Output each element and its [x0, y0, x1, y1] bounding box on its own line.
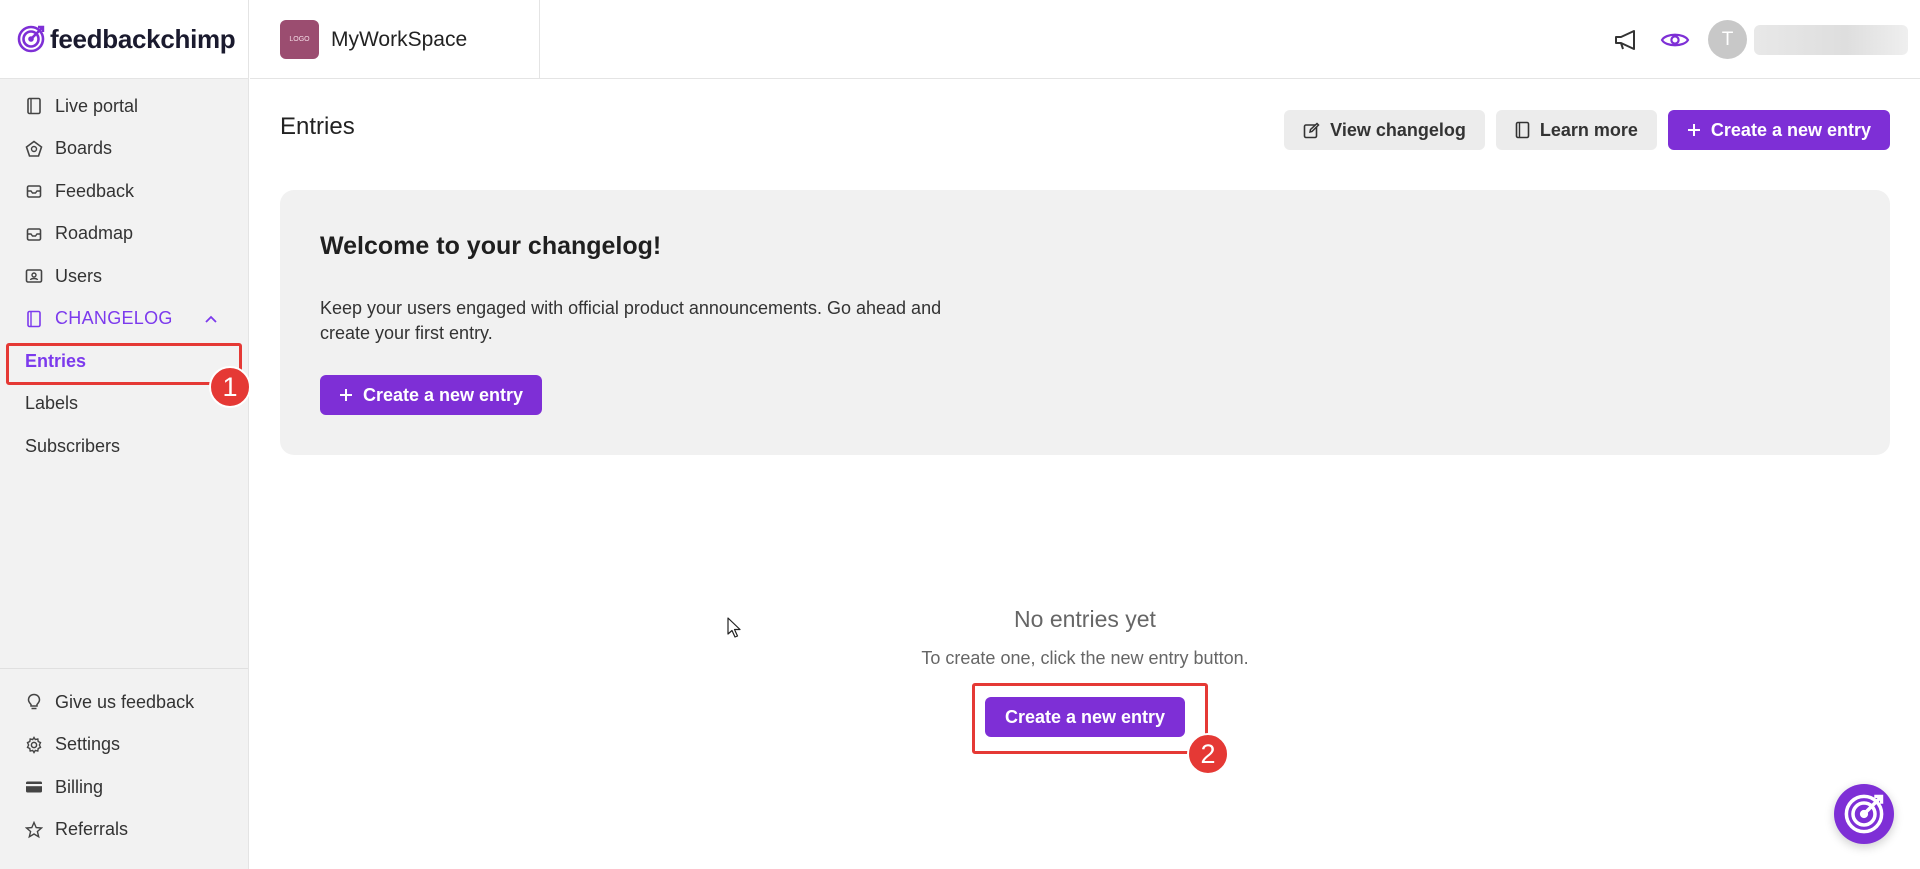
book-icon	[25, 310, 43, 328]
sidebar-item-label: Billing	[55, 776, 104, 797]
top-bar: LOGO MyWorkSpace T	[250, 0, 1920, 79]
sidebar-item-label: Users	[55, 265, 103, 286]
star-icon	[25, 820, 43, 839]
sidebar-nav: Live portal Boards Feedback Roadmap User…	[0, 79, 248, 468]
create-entry-button-header[interactable]: Create a new entry	[1667, 110, 1890, 150]
eye-icon[interactable]	[1660, 25, 1690, 55]
top-bar-actions: T	[1612, 0, 1920, 79]
sidebar-item-label: Settings	[55, 734, 121, 755]
sidebar-item-label: Roadmap	[55, 223, 134, 244]
create-entry-label: Create a new entry	[363, 384, 524, 405]
welcome-text: Keep your users engaged with official pr…	[320, 298, 942, 343]
welcome-card: Welcome to your changelog! Keep your use…	[280, 190, 1890, 455]
sidebar-item-roadmap[interactable]: Roadmap	[0, 213, 248, 256]
target-logo-icon	[17, 25, 45, 53]
learn-more-label: Learn more	[1539, 119, 1638, 140]
sidebar-item-label: Boards	[55, 138, 113, 159]
highlight-box-entries	[6, 343, 242, 385]
header-actions: View changelog Learn more Create a new e…	[1284, 110, 1890, 150]
chevron-up-icon[interactable]	[204, 308, 218, 329]
sidebar-bottom-nav: Give us feedback Settings Billing Referr…	[0, 668, 248, 851]
page-title: Entries	[280, 113, 355, 140]
mouse-cursor-icon	[727, 617, 741, 638]
gear-icon	[25, 735, 43, 754]
portal-icon	[25, 97, 43, 115]
sidebar-section-changelog[interactable]: CHANGELOG	[0, 298, 248, 341]
sidebar-item-feedback[interactable]: Feedback	[0, 170, 248, 213]
avatar[interactable]: T	[1708, 20, 1747, 59]
plus-icon	[1687, 123, 1701, 137]
workspace-name: MyWorkSpace	[331, 27, 468, 51]
sidebar-subitem-subscribers[interactable]: Subscribers	[0, 425, 248, 468]
brand-logo[interactable]: feedbackchimp	[0, 0, 248, 79]
empty-state-title: No entries yet	[1014, 606, 1156, 632]
empty-state-subtitle: To create one, click the new entry butto…	[921, 648, 1249, 668]
welcome-title: Welcome to your changelog!	[320, 232, 662, 260]
users-icon	[25, 267, 43, 285]
sidebar-item-settings[interactable]: Settings	[0, 724, 248, 767]
workspace-switcher[interactable]: LOGO MyWorkSpace	[250, 0, 540, 79]
user-name-redacted[interactable]	[1754, 24, 1908, 55]
sidebar-item-label: Feedback	[55, 180, 135, 201]
boards-icon	[25, 140, 43, 158]
sidebar-item-label: Referrals	[55, 819, 129, 840]
step-badge-2: 2	[1187, 733, 1229, 775]
help-widget-button[interactable]	[1834, 784, 1894, 844]
megaphone-icon[interactable]	[1612, 25, 1642, 55]
book-icon	[1515, 121, 1530, 139]
learn-more-button[interactable]: Learn more	[1495, 110, 1657, 150]
create-entry-button-welcome[interactable]: Create a new entry	[320, 375, 543, 415]
target-logo-icon	[1844, 794, 1884, 834]
sidebar-item-referrals[interactable]: Referrals	[0, 809, 248, 852]
inbox-icon	[25, 182, 43, 200]
sidebar-item-give-feedback[interactable]: Give us feedback	[0, 681, 248, 724]
workspace-logo: LOGO	[280, 20, 319, 59]
sidebar-item-label: Live portal	[55, 95, 139, 116]
sidebar-item-label: Give us feedback	[55, 691, 195, 712]
highlight-box-create-entry	[972, 683, 1208, 754]
plus-icon	[339, 388, 353, 402]
sidebar-item-boards[interactable]: Boards	[0, 128, 248, 171]
edit-icon	[1303, 121, 1320, 139]
brand-name: feedbackchimp	[50, 23, 236, 54]
step-badge-1: 1	[209, 366, 251, 408]
lightbulb-icon	[25, 693, 43, 711]
create-entry-label: Create a new entry	[1710, 119, 1871, 140]
sidebar: feedbackchimp Live portal Boards Feedbac…	[0, 0, 249, 869]
card-icon	[25, 778, 43, 796]
sidebar-item-live-portal[interactable]: Live portal	[0, 85, 248, 128]
inbox-icon	[25, 225, 43, 243]
view-changelog-label: View changelog	[1330, 119, 1466, 140]
sidebar-section-label: CHANGELOG	[55, 308, 173, 329]
view-changelog-button[interactable]: View changelog	[1284, 110, 1485, 150]
sidebar-item-billing[interactable]: Billing	[0, 766, 248, 809]
sidebar-item-users[interactable]: Users	[0, 255, 248, 298]
